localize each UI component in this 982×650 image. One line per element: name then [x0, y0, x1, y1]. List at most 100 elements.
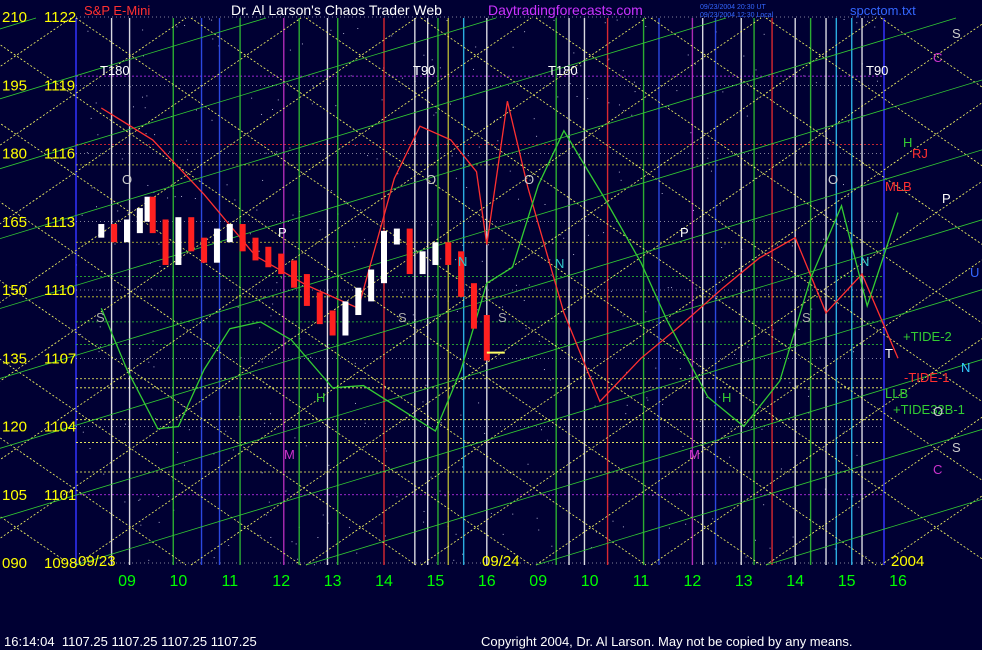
star-dot	[291, 541, 293, 543]
chart-title: Dr. Al Larson's Chaos Trader Web	[231, 2, 442, 18]
star-dot	[430, 476, 432, 478]
star-dot	[225, 430, 227, 432]
star-dot	[237, 306, 239, 308]
star-dot	[746, 115, 748, 117]
star-dot	[594, 405, 596, 407]
right-label: -TIDE-1	[904, 370, 950, 385]
star-dot	[573, 254, 575, 256]
star-dot	[569, 83, 571, 85]
star-dot	[549, 379, 551, 381]
star-dot	[843, 184, 845, 186]
star-dot	[124, 423, 126, 425]
star-dot	[142, 96, 144, 98]
star-dot	[848, 121, 850, 123]
right-label: +TIDE32B-1	[893, 402, 965, 417]
star-dot	[551, 545, 553, 547]
star-dot	[667, 287, 669, 289]
x-tick-label: 13	[735, 573, 753, 590]
star-dot	[536, 517, 538, 519]
star-dot	[384, 448, 386, 450]
star-dot	[769, 547, 771, 549]
star-dot	[103, 473, 105, 475]
star-dot	[460, 414, 462, 416]
star-dot	[297, 558, 299, 560]
star-dot	[234, 199, 236, 201]
star-dot	[211, 19, 213, 21]
price-bar	[406, 228, 413, 275]
star-dot	[687, 54, 689, 56]
star-dot	[412, 314, 414, 316]
star-dot	[612, 520, 614, 522]
star-dot	[169, 151, 171, 153]
star-dot	[843, 19, 845, 21]
star-dot	[446, 20, 448, 22]
star-dot	[433, 114, 435, 116]
star-dot	[622, 110, 624, 112]
star-dot	[776, 244, 778, 246]
star-dot	[292, 214, 294, 216]
star-dot	[434, 318, 436, 320]
star-dot	[156, 444, 158, 446]
x-tick-label: 16	[889, 573, 907, 590]
price-bar	[144, 196, 151, 222]
x-tick-label: 09	[529, 573, 547, 590]
y-label-left: 090	[2, 555, 27, 572]
star-dot	[294, 437, 296, 439]
star-dot	[747, 346, 749, 348]
star-dot	[301, 43, 303, 45]
star-dot	[354, 144, 356, 146]
star-dot	[381, 522, 383, 524]
star-dot	[622, 315, 624, 317]
star-dot	[330, 29, 332, 31]
star-dot	[620, 179, 622, 181]
right-label: C	[933, 462, 942, 477]
star-dot	[515, 284, 517, 286]
star-dot	[89, 448, 91, 450]
planet-mark-N: N	[458, 254, 467, 269]
planet-mark-S: S	[498, 310, 507, 325]
star-dot	[95, 102, 97, 104]
star-dot	[158, 243, 160, 245]
star-dot	[354, 402, 356, 404]
star-dot	[360, 209, 362, 211]
star-dot	[148, 361, 150, 363]
star-dot	[270, 315, 272, 317]
star-dot	[536, 135, 538, 137]
star-dot	[446, 546, 448, 548]
star-dot	[184, 24, 186, 26]
planet-mark-O: O	[524, 172, 534, 187]
star-dot	[271, 108, 273, 110]
star-dot	[622, 70, 624, 72]
star-dot	[356, 552, 358, 554]
star-dot	[159, 266, 161, 268]
star-dot	[676, 90, 678, 92]
y-label-right: 1107	[44, 350, 76, 367]
right-label: N	[961, 360, 970, 375]
star-dot	[436, 145, 438, 147]
star-dot	[158, 521, 160, 523]
star-dot	[662, 404, 664, 406]
price-bar	[355, 287, 362, 316]
star-dot	[99, 326, 101, 328]
star-dot	[856, 22, 858, 24]
star-dot	[86, 152, 88, 154]
star-dot	[497, 140, 499, 142]
star-dot	[761, 428, 763, 430]
star-dot	[305, 445, 307, 447]
cycle-label: T90	[413, 63, 435, 78]
star-dot	[633, 81, 635, 83]
planet-mark-O: O	[426, 172, 436, 187]
price-bar	[162, 219, 169, 265]
star-dot	[423, 54, 425, 56]
site-link[interactable]: Daytradingforecasts.com	[488, 2, 643, 18]
star-dot	[527, 463, 529, 465]
price-bar	[239, 224, 246, 252]
price-bar	[175, 217, 182, 265]
y-label-left: 135	[2, 350, 27, 367]
star-dot	[724, 243, 726, 245]
star-dot	[258, 250, 260, 252]
planet-mark-S: S	[96, 310, 105, 325]
star-dot	[319, 229, 321, 231]
star-dot	[232, 449, 234, 451]
price-chart: T180 T90 T180 T90O O O OP PN N NS S S SM MH H 210 11221…	[0, 0, 982, 650]
